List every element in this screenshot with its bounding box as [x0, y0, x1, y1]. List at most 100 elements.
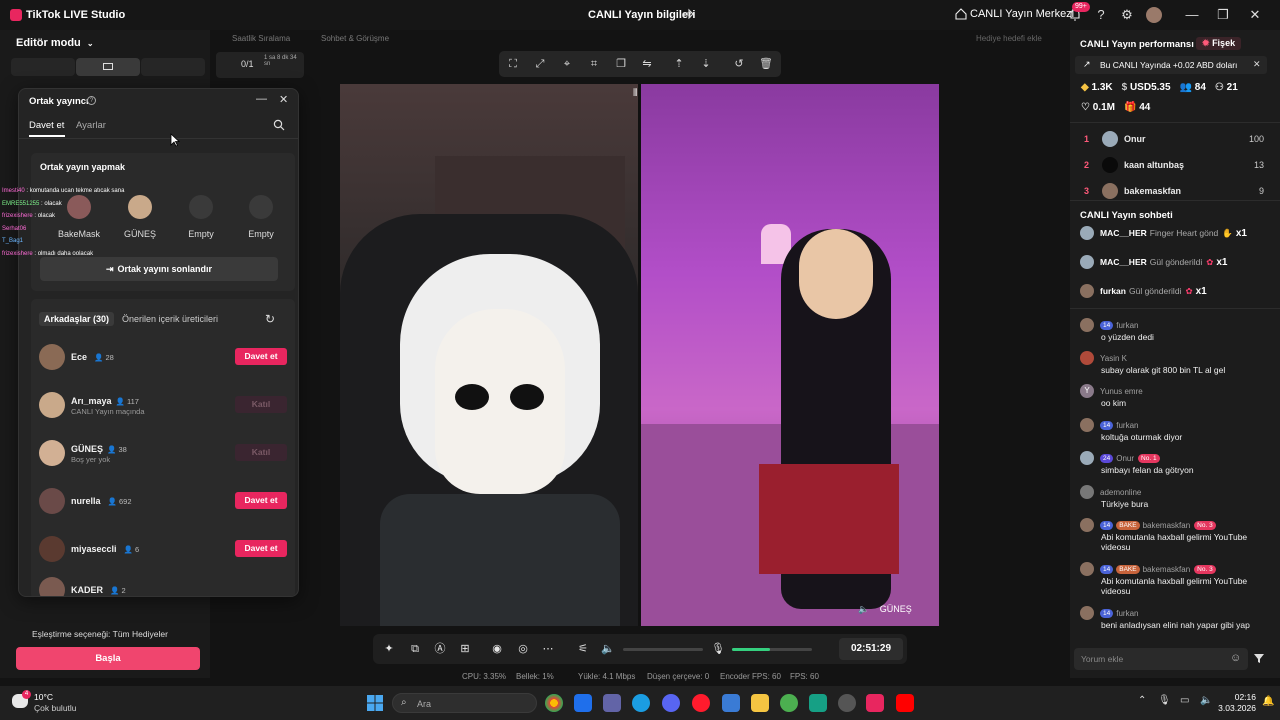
chevron-up-icon[interactable]: ⌃ — [1138, 695, 1146, 706]
slot-2[interactable]: GÜNEŞ — [116, 195, 164, 239]
flip-icon[interactable]: ⇋ — [639, 56, 655, 72]
restore-icon[interactable]: ❐ — [1214, 6, 1232, 24]
center-icon[interactable]: ⌖ — [559, 56, 575, 72]
close-popup-icon[interactable]: ✕ — [279, 93, 288, 106]
search-icon[interactable] — [273, 119, 285, 134]
more-icon[interactable]: ⋯ — [540, 641, 556, 657]
friend-row[interactable]: KADER 👤 2 — [39, 575, 287, 596]
slot-1[interactable]: BakeMask — [55, 195, 103, 239]
tab-chat-call[interactable]: Sohbet & Görüşme — [321, 34, 389, 43]
emoji-icon[interactable]: ☺ — [1230, 652, 1241, 664]
volume-tray-icon[interactable]: 🔈 — [1200, 695, 1212, 706]
duplicate-icon[interactable]: ❐ — [613, 56, 629, 72]
friend-row[interactable]: Ece 👤 28 Davet et — [39, 342, 287, 372]
friend-row[interactable]: nurella 👤 692 Davet et — [39, 486, 287, 516]
mic-slider[interactable] — [732, 648, 812, 651]
weather-temp[interactable]: 10°C — [34, 692, 53, 702]
youtube-icon[interactable] — [896, 694, 914, 712]
comment-input[interactable]: Yorum ekle ☺ — [1074, 648, 1248, 670]
chat-message[interactable]: 14 furkan o yüzden dedi — [1080, 318, 1266, 342]
chrome-alt-icon[interactable] — [780, 694, 798, 712]
end-co-host-button[interactable]: ⇥ Ortak yayını sonlandır — [40, 257, 278, 281]
join-button[interactable]: Katıl — [235, 444, 287, 461]
windows-start-icon[interactable] — [367, 695, 383, 714]
store-icon[interactable] — [574, 694, 592, 712]
chat-message[interactable]: Y Yunus emre oo kim — [1080, 384, 1266, 408]
tab-suggested[interactable]: Önerilen içerik üreticileri — [122, 314, 218, 324]
crop-icon[interactable]: ⌗ — [586, 56, 602, 72]
friend-row[interactable]: GÜNEŞ 👤 38 Boş yer yok Katıl — [39, 438, 287, 468]
join-button[interactable]: Katıl — [235, 396, 287, 413]
teams-icon[interactable] — [603, 694, 621, 712]
camera-icon[interactable]: ◎ — [515, 641, 531, 657]
gift-match-option[interactable]: Eşleştirme seçeneği: Tüm Hediyeler — [32, 629, 168, 639]
discord-icon[interactable] — [662, 694, 680, 712]
chrome-icon[interactable] — [545, 694, 563, 712]
info-icon[interactable]: ? — [87, 96, 96, 105]
slot-3[interactable]: Empty — [177, 195, 225, 239]
friend-row[interactable]: Arı_maya 👤 117 CANLI Yayın maçında Katıl — [39, 390, 287, 420]
clock-date[interactable]: 3.03.2026 — [1214, 703, 1256, 713]
slot-4[interactable]: Empty — [237, 195, 285, 239]
chat-message[interactable]: 14 furkan beni anladıysan elini nah yapar… — [1080, 606, 1266, 630]
mode-landscape-button[interactable] — [76, 58, 140, 76]
rank-row[interactable]: 3 bakemaskfan 9 — [1084, 182, 1264, 200]
layer-up-icon[interactable]: ⇡ — [671, 56, 687, 72]
effects-wand-icon[interactable]: ✦ — [381, 641, 397, 657]
chat-message[interactable]: 14 BAKE bakemaskfan No. 3 Abi komutanla hax… — [1080, 518, 1266, 552]
drag-handle-icon[interactable]: ⦀ — [633, 88, 637, 99]
live-center-link[interactable]: CANLI Yayın Merkezi — [970, 8, 1074, 20]
minimize-icon[interactable]: — — [1183, 6, 1201, 24]
notifications-icon[interactable]: 🔔 — [1262, 696, 1274, 707]
select-icon[interactable]: ⛶ — [505, 56, 521, 72]
close-banner-icon[interactable]: ✕ — [1253, 59, 1261, 70]
friend-row[interactable]: miyaseccli 👤 6 Davet et — [39, 534, 287, 564]
volume-slider[interactable] — [623, 648, 703, 651]
start-button[interactable]: Başla — [16, 647, 200, 670]
mic-icon[interactable]: 🎙 — [710, 641, 726, 657]
editor-mode-dropdown[interactable]: Editör modu ⌄ — [16, 37, 94, 49]
delete-icon[interactable]: 🗑 — [758, 56, 774, 72]
tiktok-live-icon[interactable] — [866, 694, 884, 712]
rank-row[interactable]: 2 kaan altunbaş 13 — [1084, 156, 1264, 174]
mode-split-button[interactable] — [141, 58, 205, 76]
help-icon[interactable]: ? — [1092, 6, 1110, 24]
app-icon[interactable] — [838, 694, 856, 712]
ai-icon[interactable]: Ⓐ — [432, 641, 448, 657]
add-source-icon[interactable]: ⊞ — [457, 641, 473, 657]
chat-message[interactable]: 14 BAKE bakemaskfan No. 3 Abi komutanla hax… — [1080, 562, 1266, 596]
fit-icon[interactable]: ⤢ — [532, 56, 548, 72]
tab-settings[interactable]: Ayarlar — [76, 120, 106, 131]
folder-icon[interactable] — [751, 694, 769, 712]
filter-icon[interactable] — [1253, 652, 1265, 667]
rotate-icon[interactable]: ↺ — [731, 56, 747, 72]
settings-gear-icon[interactable]: ⚙ — [1118, 6, 1136, 24]
sliders-icon[interactable]: ⚟ — [575, 641, 591, 657]
chat-message[interactable]: 14 furkan koltuğa oturmak diyor — [1080, 418, 1266, 442]
edge-icon[interactable] — [632, 694, 650, 712]
live-info-title[interactable]: CANLI Yayın bilgileri — [588, 9, 695, 21]
firework-badge[interactable]: ✹ Fişek — [1196, 37, 1242, 50]
transition-icon[interactable]: ⧉ — [407, 641, 423, 657]
invite-button[interactable]: Davet et — [235, 492, 287, 509]
chat-message[interactable]: 24 Onur No. 1 simbayı felan da götryon — [1080, 451, 1266, 475]
app-icon[interactable] — [809, 694, 827, 712]
mic-tray-icon[interactable]: 🎙 — [1158, 695, 1171, 706]
share-icon[interactable] — [682, 7, 694, 22]
tab-friends[interactable]: Arkadaşlar (30) — [39, 312, 115, 326]
weather-desc[interactable]: Çok bulutlu — [34, 703, 77, 713]
minimize-popup-icon[interactable]: — — [256, 93, 267, 105]
close-icon[interactable]: ✕ — [1246, 6, 1264, 24]
network-icon[interactable]: ▭ — [1180, 695, 1189, 706]
taskbar-search[interactable]: ⌕ Ara — [392, 693, 537, 713]
volume-icon[interactable]: 🔈 — [600, 641, 616, 657]
tab-hourly-rank[interactable]: Saatlik Sıralama — [232, 34, 290, 43]
tab-invite[interactable]: Davet et — [29, 120, 64, 131]
mail-icon[interactable] — [722, 694, 740, 712]
gift-goal-link[interactable]: Hediye hedefi ekle — [976, 34, 1042, 43]
record-icon[interactable]: ◉ — [489, 641, 505, 657]
invite-button[interactable]: Davet et — [235, 540, 287, 557]
layer-down-icon[interactable]: ⇣ — [698, 56, 714, 72]
mode-portrait-button[interactable] — [11, 58, 75, 76]
chat-message[interactable]: ademonline Türkiye bura — [1080, 485, 1266, 509]
